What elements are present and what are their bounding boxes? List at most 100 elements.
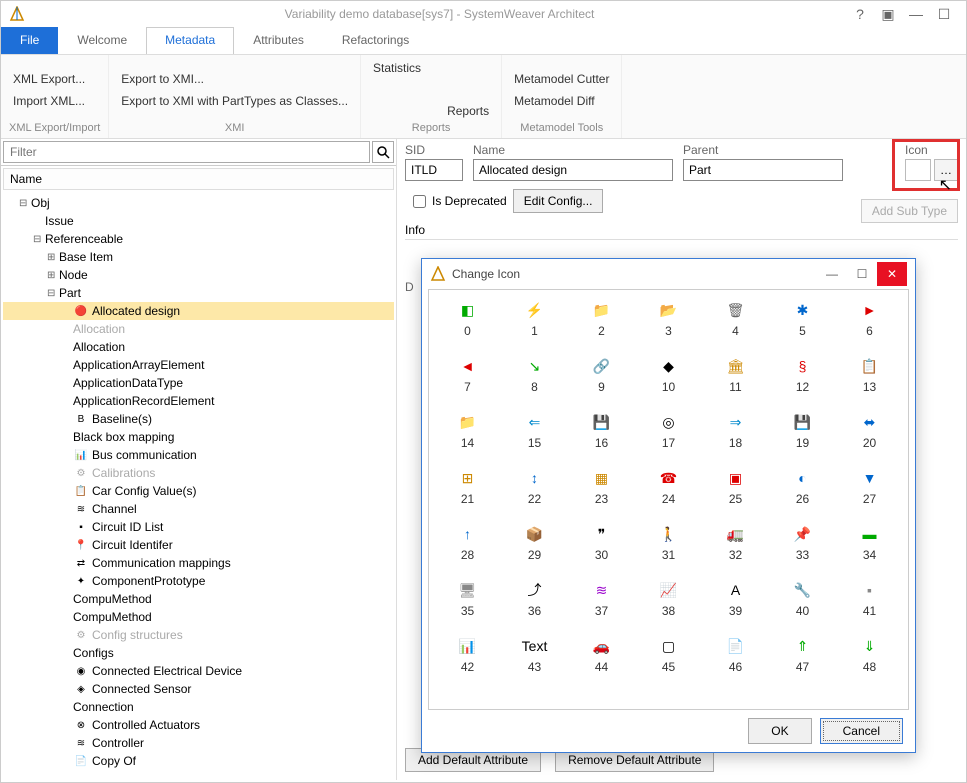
tree-node[interactable]: 📊Bus communication xyxy=(3,446,394,464)
icon-option[interactable]: 🗑4 xyxy=(707,300,764,338)
restore-button[interactable]: ▣ xyxy=(874,6,902,23)
xml-export-button[interactable]: XML Export... xyxy=(9,70,100,88)
tree-node[interactable]: Issue xyxy=(3,212,394,230)
icon-option[interactable]: ◄7 xyxy=(439,356,496,394)
icon-option[interactable]: 📄46 xyxy=(707,636,764,674)
icon-option[interactable]: ◆10 xyxy=(640,356,697,394)
tab-attributes[interactable]: Attributes xyxy=(234,27,323,54)
sid-input[interactable] xyxy=(405,159,463,181)
icon-option[interactable]: ⬌20 xyxy=(841,412,898,450)
icon-option[interactable]: 📌33 xyxy=(774,524,831,562)
tree-node[interactable]: BBaseline(s) xyxy=(3,410,394,428)
reports-button[interactable]: Reports xyxy=(443,102,493,120)
icon-option[interactable]: §12 xyxy=(774,356,831,394)
tree-node[interactable]: 🔴Allocated design xyxy=(3,302,394,320)
icon-option[interactable]: ▦23 xyxy=(573,468,630,506)
parent-input[interactable] xyxy=(683,159,843,181)
tree-node[interactable]: 📄Copy Of xyxy=(3,752,394,770)
tree-node[interactable]: ApplicationRecordElement xyxy=(3,392,394,410)
tree-node[interactable]: ⇄Communication mappings xyxy=(3,554,394,572)
search-button[interactable] xyxy=(372,141,394,163)
icon-option[interactable]: ≋37 xyxy=(573,580,630,618)
icon-option[interactable]: 📊42 xyxy=(439,636,496,674)
tree[interactable]: ⊟ObjIssue⊟Referenceable⊞Base Item⊞Node⊟P… xyxy=(1,192,396,780)
icon-option[interactable]: ↑28 xyxy=(439,524,496,562)
icon-browse-button[interactable]: … xyxy=(934,159,958,181)
icon-option[interactable]: ☎24 xyxy=(640,468,697,506)
expand-icon[interactable]: ⊟ xyxy=(47,288,59,299)
tree-node[interactable]: CompuMethod xyxy=(3,590,394,608)
tree-node[interactable]: ⊗Controlled Actuators xyxy=(3,716,394,734)
tree-node[interactable]: Black box mapping xyxy=(3,428,394,446)
icon-option[interactable]: ⚡1 xyxy=(506,300,563,338)
icon-option[interactable]: ↘8 xyxy=(506,356,563,394)
tree-node[interactable]: ⊞Base Item xyxy=(3,248,394,266)
tree-node[interactable]: ≋Controller xyxy=(3,734,394,752)
add-subtype-button[interactable]: Add Sub Type xyxy=(861,199,958,223)
icon-option[interactable]: 🏛11 xyxy=(707,356,764,394)
icon-option[interactable]: 🚗44 xyxy=(573,636,630,674)
tree-node[interactable]: ⊞Node xyxy=(3,266,394,284)
name-input[interactable] xyxy=(473,159,673,181)
icon-option[interactable]: 💾19 xyxy=(774,412,831,450)
icon-option[interactable]: ⤴36 xyxy=(506,580,563,618)
icon-option[interactable]: ▼27 xyxy=(841,468,898,506)
tree-node[interactable]: ApplicationDataType xyxy=(3,374,394,392)
tab-file[interactable]: File xyxy=(1,27,58,54)
expand-icon[interactable]: ⊟ xyxy=(33,234,45,245)
expand-icon[interactable]: ⊟ xyxy=(19,198,31,209)
tree-node[interactable]: Configs xyxy=(3,644,394,662)
icon-option[interactable]: 📈38 xyxy=(640,580,697,618)
dialog-minimize-button[interactable]: — xyxy=(817,262,847,286)
metamodel-cutter-button[interactable]: Metamodel Cutter xyxy=(510,70,613,88)
icon-option[interactable]: 💾16 xyxy=(573,412,630,450)
icon-option[interactable]: Text43 xyxy=(506,636,563,674)
icon-option[interactable]: ▣25 xyxy=(707,468,764,506)
tree-node[interactable]: ◉Connected Electrical Device xyxy=(3,662,394,680)
icon-option[interactable]: 🖥35 xyxy=(439,580,496,618)
icon-option[interactable]: 📦29 xyxy=(506,524,563,562)
import-xml-button[interactable]: Import XML... xyxy=(9,92,100,110)
tree-node[interactable]: ⊟Part xyxy=(3,284,394,302)
maximize-button[interactable]: ☐ xyxy=(930,6,958,23)
tree-node[interactable]: ⊟Obj xyxy=(3,194,394,212)
dialog-maximize-button[interactable]: ☐ xyxy=(847,262,877,286)
tree-node[interactable]: Allocation xyxy=(3,338,394,356)
name-column-header[interactable]: Name xyxy=(3,168,394,190)
icon-option[interactable]: ◧0 xyxy=(439,300,496,338)
icon-option[interactable]: ✱5 xyxy=(774,300,831,338)
tree-node[interactable]: CompuMethod xyxy=(3,608,394,626)
icon-option[interactable]: 🔗9 xyxy=(573,356,630,394)
tree-node[interactable]: ⚙Calibrations xyxy=(3,464,394,482)
tab-welcome[interactable]: Welcome xyxy=(58,27,146,54)
tree-node[interactable]: ApplicationArrayElement xyxy=(3,356,394,374)
tree-node[interactable]: Allocation xyxy=(3,320,394,338)
tree-node[interactable]: Connection xyxy=(3,698,394,716)
icon-option[interactable]: 📁2 xyxy=(573,300,630,338)
icon-option[interactable]: ⇒18 xyxy=(707,412,764,450)
icon-option[interactable]: ▢45 xyxy=(640,636,697,674)
icon-option[interactable]: A39 xyxy=(707,580,764,618)
icon-option[interactable]: ◎17 xyxy=(640,412,697,450)
export-xmi-pt-button[interactable]: Export to XMI with PartTypes as Classes.… xyxy=(117,92,352,110)
edit-config-button[interactable]: Edit Config... xyxy=(513,189,604,213)
help-button[interactable]: ? xyxy=(846,6,874,22)
icon-option[interactable]: ◐26 xyxy=(774,468,831,506)
icon-option[interactable]: ▬34 xyxy=(841,524,898,562)
expand-icon[interactable]: ⊞ xyxy=(47,270,59,281)
minimize-button[interactable]: — xyxy=(902,6,930,22)
metamodel-diff-button[interactable]: Metamodel Diff xyxy=(510,92,613,110)
icon-option[interactable]: ▪41 xyxy=(841,580,898,618)
tree-node[interactable]: ◈Connected Sensor xyxy=(3,680,394,698)
icon-option[interactable]: 📂3 xyxy=(640,300,697,338)
icon-option[interactable]: 🚶31 xyxy=(640,524,697,562)
icon-option[interactable]: ⊞21 xyxy=(439,468,496,506)
icon-option[interactable]: 🚛32 xyxy=(707,524,764,562)
tree-node[interactable]: ⊟Referenceable xyxy=(3,230,394,248)
icon-option[interactable]: ↕22 xyxy=(506,468,563,506)
icon-option[interactable]: ❞30 xyxy=(573,524,630,562)
ok-button[interactable]: OK xyxy=(748,718,811,744)
icon-option[interactable]: ⇓48 xyxy=(841,636,898,674)
filter-input[interactable] xyxy=(3,141,370,163)
expand-icon[interactable]: ⊞ xyxy=(47,252,59,263)
